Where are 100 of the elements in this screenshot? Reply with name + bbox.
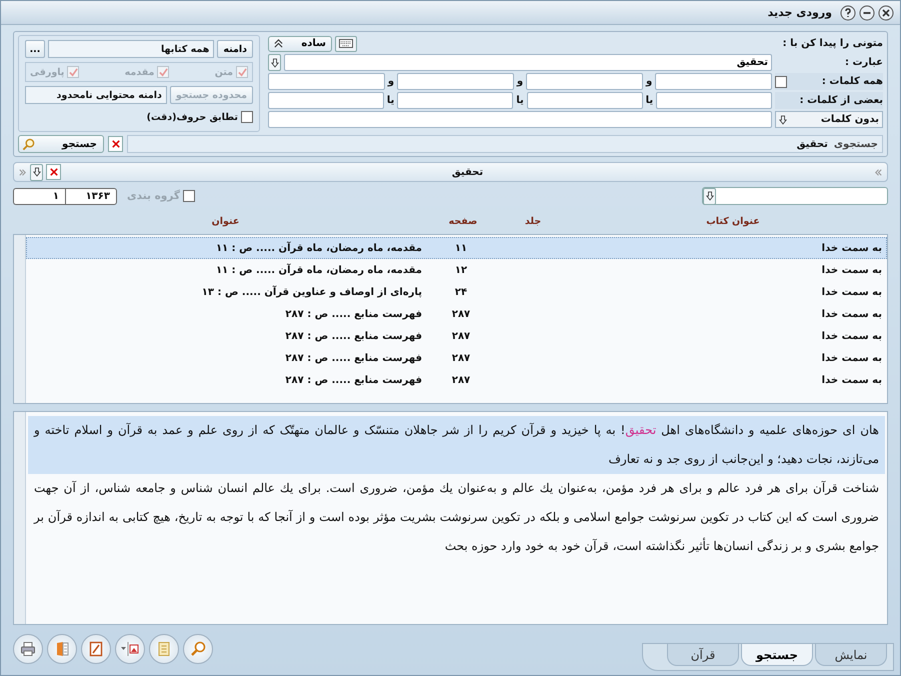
help-icon[interactable] bbox=[840, 4, 856, 20]
clear-button[interactable] bbox=[46, 164, 61, 180]
title-cell-text: پاره‌ای از اوصاف و عناوین قرآن ..... ص : ۱۳ bbox=[200, 286, 423, 298]
page-cell-text: ۲۸۷ bbox=[450, 330, 472, 342]
word-field[interactable] bbox=[268, 92, 384, 109]
word-field[interactable] bbox=[397, 92, 514, 109]
book-cell-text: به سمت خدا bbox=[820, 352, 883, 364]
window-title: ورودی جدید bbox=[768, 6, 832, 19]
double-chevron-icon[interactable] bbox=[874, 168, 883, 176]
page-icon bbox=[156, 641, 172, 657]
chevron-up-icon bbox=[274, 39, 283, 48]
down-arrow-icon bbox=[32, 167, 40, 177]
table-row[interactable]: به سمت خدا ۲۴ پاره‌ای از اوصاف و عناوین قرآن ..... ص : ۱۳ bbox=[26, 281, 887, 303]
query-text: تحقیق bbox=[796, 138, 828, 150]
note-edit-icon bbox=[88, 641, 104, 657]
page-button[interactable] bbox=[149, 634, 179, 664]
results-title: تحقیق bbox=[450, 166, 484, 178]
book-cell-text: به سمت خدا bbox=[820, 374, 883, 386]
title-cell-text: مقدمه، ماه رمضان، ماه قرآن ..... ص : ۱۱ bbox=[214, 242, 423, 254]
column-header[interactable]: عنوان کتاب bbox=[578, 216, 888, 226]
field-label: بعضی از کلمات : bbox=[800, 95, 883, 106]
table-row[interactable]: به سمت خدا ۲۸۷ فهرست منابع ..... ص : ۲۸۷ bbox=[26, 303, 887, 325]
paragraph: شناخت قرآن برای هر فرد عالم و برای هر فرد مؤمن، به‌عنوان یك عالم و به‌عنوان یك مؤمن، ضروری است. برای یك عالم انسان شناس و جامعه شناس، از آن جهت ضروری است که این کتاب در تکوین سرنوشت جوامع اسلامی و بلکه در تکوین سرنوشت بشریت مؤثر بوده است و از آنجا که با توجه به تاریخ، هیچ کتابی به اندازه قرآن بر جوامع بشری و بر زندگی انسان‌ها تأثیر نگذاشته است، قرآن خود به خود وارد حوزه بحث bbox=[32, 480, 880, 555]
separator-label: و bbox=[646, 76, 652, 87]
title-cell-text: فهرست منابع ..... ص : ۲۸۷ bbox=[284, 374, 423, 386]
clear-button[interactable] bbox=[108, 136, 123, 152]
separator-label: و bbox=[388, 76, 394, 87]
search-icon bbox=[22, 138, 35, 150]
checkbox-label: پاورقی bbox=[30, 66, 64, 78]
word-field[interactable] bbox=[268, 73, 385, 90]
search-button[interactable]: جستجو bbox=[18, 135, 104, 153]
tab[interactable]: نمایش bbox=[815, 644, 887, 666]
image-icon bbox=[120, 641, 140, 657]
checkbox[interactable] bbox=[182, 190, 195, 202]
separator-label: یا bbox=[386, 95, 394, 106]
page-field[interactable]: ۱ bbox=[13, 188, 65, 204]
word-field[interactable] bbox=[655, 73, 772, 90]
close-icon bbox=[50, 168, 58, 176]
page-cell-text: ۲۸۷ bbox=[450, 352, 472, 364]
checkbox-label: تطابق حروف(دقت) bbox=[146, 112, 238, 122]
image-dropdown-button[interactable] bbox=[115, 634, 145, 664]
book-cell-text: به سمت خدا bbox=[820, 286, 883, 298]
mode-button[interactable]: ساده bbox=[268, 36, 332, 52]
column-header[interactable]: جلد bbox=[488, 216, 578, 226]
field-label: عبارت : bbox=[844, 57, 883, 68]
browse-button[interactable]: ... bbox=[25, 40, 45, 58]
checkbox[interactable] bbox=[775, 76, 787, 88]
close-icon[interactable] bbox=[878, 4, 894, 20]
scrollbar[interactable] bbox=[14, 412, 26, 624]
column-header[interactable]: صفحه bbox=[438, 216, 488, 226]
checkbox-label: گروه بندی bbox=[127, 190, 180, 202]
table-row[interactable]: به سمت خدا ۲۸۷ فهرست منابع ..... ص : ۲۸۷ bbox=[26, 369, 887, 391]
tab[interactable]: قرآن bbox=[667, 644, 739, 666]
down-arrow-icon bbox=[270, 58, 278, 68]
scope-button[interactable]: دامنه bbox=[217, 40, 253, 58]
checkbox-label: مقدمه bbox=[124, 66, 154, 78]
double-chevron-icon[interactable] bbox=[18, 168, 27, 176]
word-field[interactable] bbox=[397, 73, 514, 90]
page-cell-text: ۲۸۷ bbox=[450, 374, 472, 386]
column-header[interactable]: عنوان bbox=[13, 216, 438, 226]
table-row[interactable]: به سمت خدا ۱۲ مقدمه، ماه رمضان، ماه قرآن ..... ص : ۱۱ bbox=[26, 259, 887, 281]
close-icon bbox=[112, 140, 120, 148]
word-field[interactable] bbox=[526, 73, 643, 90]
print-button[interactable] bbox=[13, 634, 43, 664]
scope-field: همه کتابها bbox=[48, 40, 214, 58]
paragraph: هان ای حوزه‌های علمیه و دانشگاه‌های اهل تحقیق! به پا خیزید و قرآن کریم را از شر جاهلان متنسّک و عالمان متهتّک که از روی علم و عمد به قرآن و اسلام تاخته و می‌تازند، نجات دهید؛ و این‌جانب از روی جد و نه تعارف bbox=[28, 416, 885, 474]
page-cell-text: ۱۱ bbox=[454, 242, 468, 254]
tab[interactable]: جستجو bbox=[741, 644, 813, 666]
page-cell-text: ۲۸۷ bbox=[450, 308, 472, 320]
edit-button[interactable] bbox=[81, 634, 111, 664]
book-icon bbox=[54, 641, 70, 657]
book-button[interactable] bbox=[47, 634, 77, 664]
checkbox-label: متن bbox=[214, 66, 233, 78]
word-field[interactable] bbox=[656, 92, 772, 109]
page-cell-text: ۱۲ bbox=[454, 264, 468, 276]
scrollbar[interactable] bbox=[14, 235, 26, 403]
table-row[interactable]: به سمت خدا ۲۸۷ فهرست منابع ..... ص : ۲۸۷ bbox=[26, 347, 887, 369]
find-button[interactable] bbox=[183, 634, 213, 664]
keyboard-icon bbox=[339, 39, 353, 48]
query-label: جستجوی bbox=[834, 138, 878, 150]
dropdown-button[interactable] bbox=[30, 164, 43, 180]
minimize-icon[interactable] bbox=[859, 4, 875, 20]
phrase-field[interactable]: تحقیق bbox=[284, 54, 772, 71]
title-cell-text: مقدمه، ماه رمضان، ماه قرآن ..... ص : ۱۱ bbox=[214, 264, 423, 276]
book-cell-text: به سمت خدا bbox=[820, 264, 883, 276]
excluded-words-field[interactable] bbox=[268, 111, 772, 128]
title-cell-text: فهرست منابع ..... ص : ۲۸۷ bbox=[284, 352, 423, 364]
dropdown-button[interactable] bbox=[703, 188, 716, 204]
filter-field[interactable] bbox=[702, 187, 888, 205]
keyboard-button[interactable] bbox=[335, 36, 357, 52]
table-row[interactable]: به سمت خدا ۲۸۷ فهرست منابع ..... ص : ۲۸۷ bbox=[26, 325, 887, 347]
year-field[interactable]: ۱۳۶۳ bbox=[65, 188, 117, 204]
dropdown-button[interactable] bbox=[268, 54, 281, 71]
mode-dropdown[interactable]: بدون کلمات bbox=[775, 111, 883, 128]
checkbox[interactable] bbox=[241, 111, 253, 123]
separator-label: و bbox=[516, 76, 524, 87]
table-row[interactable]: به سمت خدا ۱۱ مقدمه، ماه رمضان، ماه قرآن ..... ص : ۱۱ bbox=[26, 237, 887, 259]
page-cell-text: ۲۴ bbox=[454, 286, 468, 298]
field-label: همه کلمات : bbox=[822, 76, 883, 87]
word-field[interactable] bbox=[526, 92, 643, 109]
